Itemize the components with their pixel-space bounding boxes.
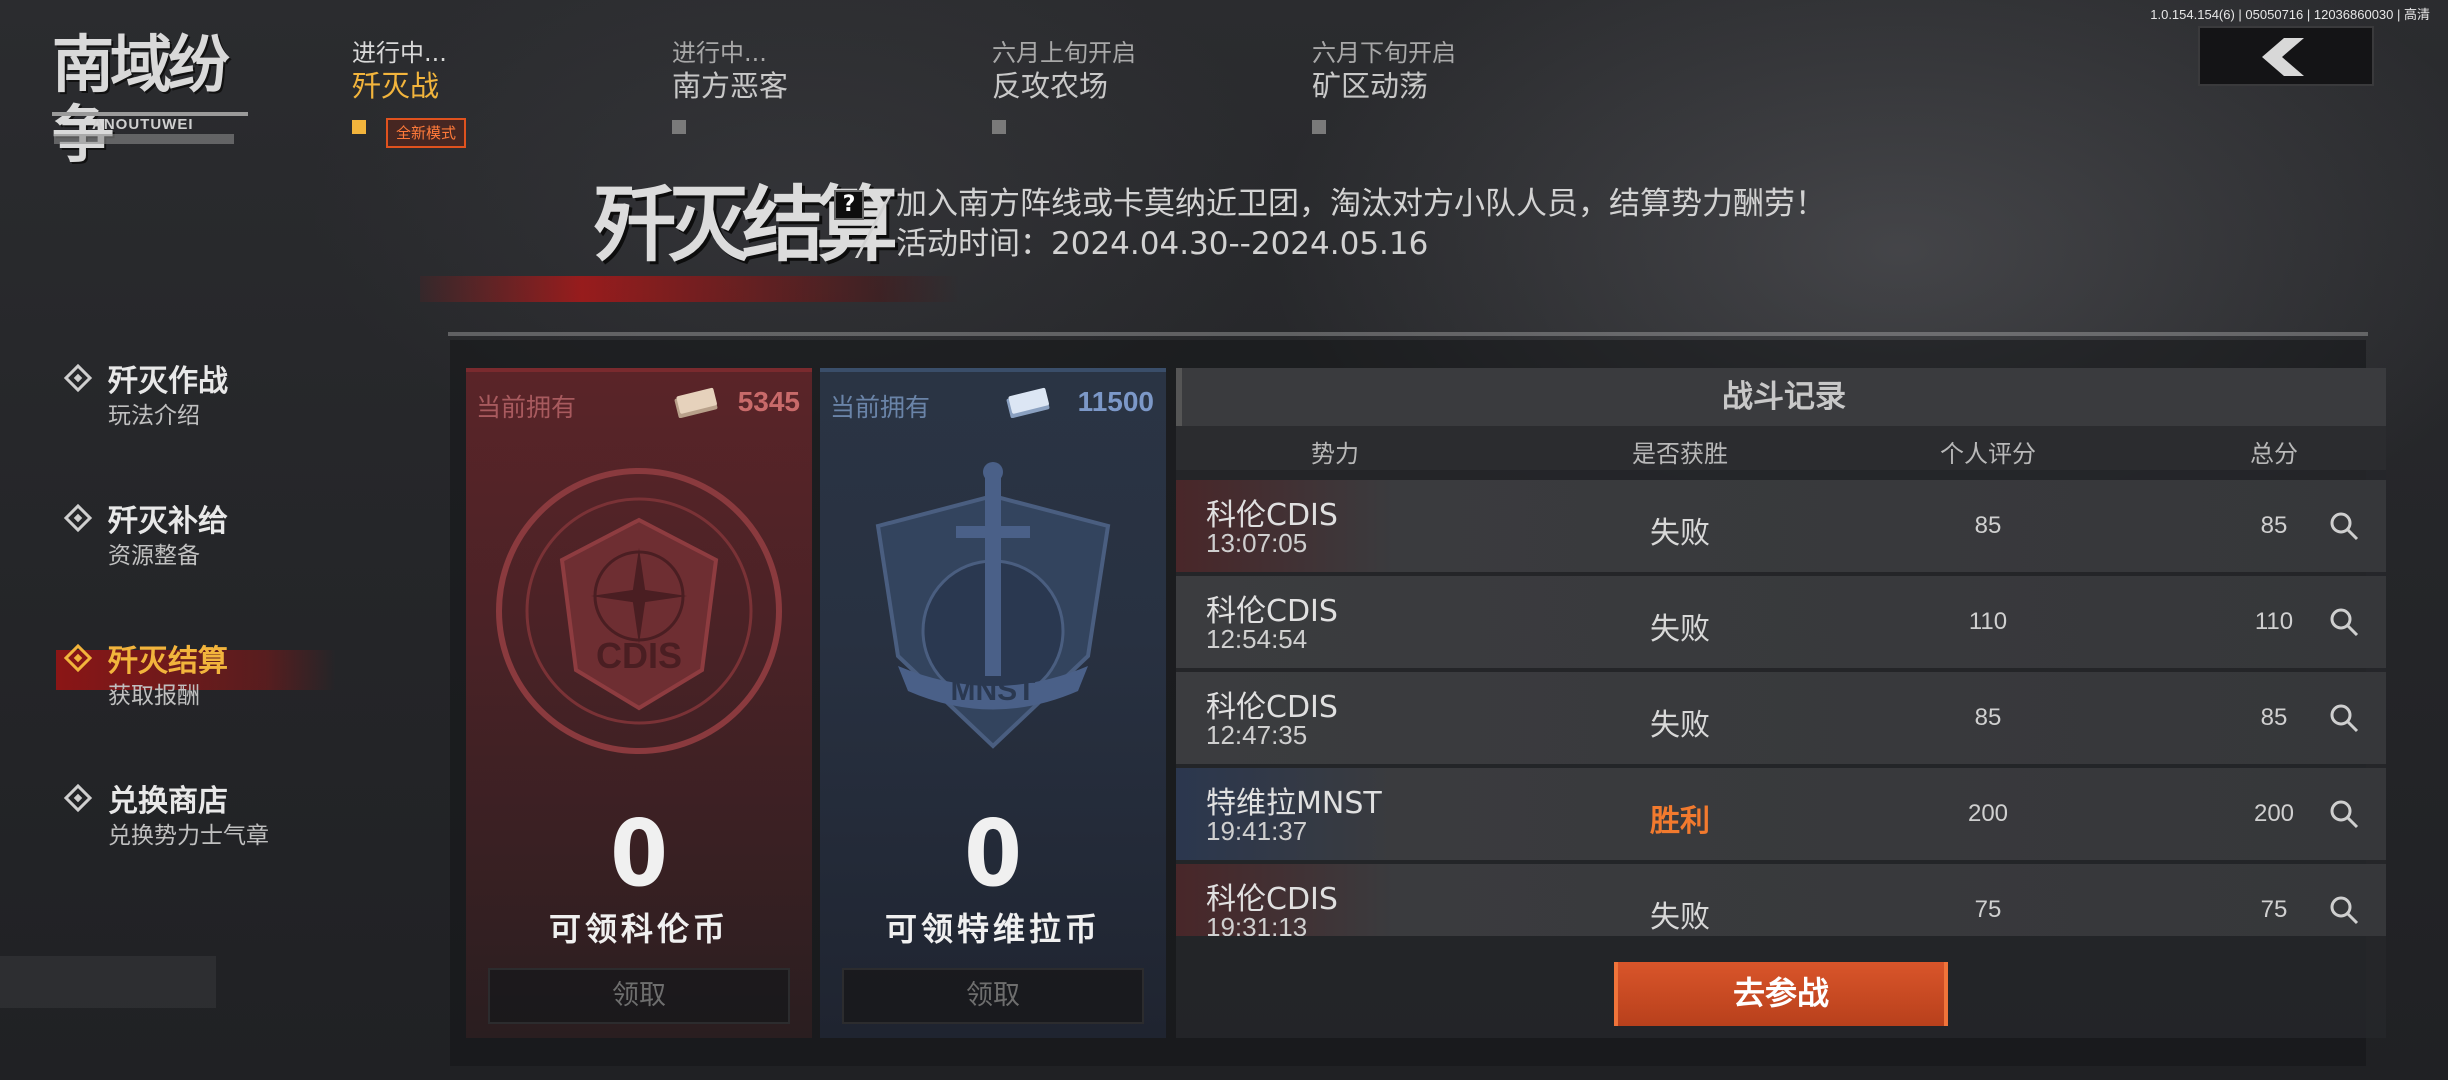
column-personal-score: 个人评分: [1940, 440, 2036, 468]
nav-subtitle: 资源整备: [108, 543, 200, 569]
row-time: 13:07:05: [1206, 528, 1308, 558]
cdis-currency-card: 当前拥有 5345 CDIS 0 可领科伦币 领取: [466, 368, 812, 1038]
join-battle-button[interactable]: 去参战: [1614, 962, 1948, 1026]
row-time: 19:31:13: [1206, 912, 1308, 936]
banknote-icon: [1006, 387, 1050, 418]
table-row[interactable]: 科伦CDIS 13:07:05 失败 85 85: [1176, 480, 2386, 572]
diamond-icon: [63, 503, 93, 533]
emblem-text: CDIS: [596, 635, 682, 676]
nav-item-supply[interactable]: 歼灭补给 资源整备: [62, 496, 362, 576]
nav-title: 歼灭补给: [108, 504, 228, 539]
back-button[interactable]: [2198, 26, 2374, 86]
nav-item-operation[interactable]: 歼灭作战 玩法介绍: [62, 356, 362, 436]
tab-marker: [992, 120, 1006, 134]
tab-name: 反攻农场: [992, 69, 1109, 103]
diamond-icon: [63, 783, 93, 813]
tab-name: 歼灭战: [352, 69, 440, 103]
row-time: 19:41:37: [1206, 816, 1308, 846]
tab-status: 进行中...: [672, 39, 767, 67]
claimable-label: 可领科伦币: [548, 910, 729, 948]
table-row[interactable]: 科伦CDIS 12:54:54 失败 110 110: [1176, 576, 2386, 668]
owned-amount: 11500: [1077, 386, 1154, 417]
owned-label: 当前拥有: [476, 393, 577, 422]
owned-label: 当前拥有: [830, 393, 931, 422]
mnst-emblem-icon: MNST: [875, 462, 1111, 749]
table-row[interactable]: 科伦CDIS 12:47:35 失败 85 85: [1176, 672, 2386, 764]
tab-marker: [1312, 120, 1326, 134]
nav-item-shop[interactable]: 兑换商店 兑换势力士气章: [62, 776, 362, 856]
event-time: 活动时间：2024.04.30--2024.05.16: [896, 226, 1429, 262]
nav-subtitle: 玩法介绍: [108, 403, 200, 429]
new-mode-badge: 全新模式: [386, 118, 467, 148]
tab-mine-unrest[interactable]: 六月下旬开启 矿区动荡: [1312, 38, 1612, 134]
tab-status: 进行中...: [352, 39, 447, 67]
diamond-icon: [63, 643, 93, 673]
logo-bar: [54, 134, 234, 144]
banknote-icon: [674, 387, 718, 418]
mnst-currency-card: 当前拥有 11500 MNST 0 可领特维拉币 领取: [820, 368, 1166, 1038]
owned-amount: 5345: [737, 386, 800, 417]
nav-item-settlement[interactable]: 歼灭结算 获取报酬: [62, 636, 362, 716]
nav-subtitle: 兑换势力士气章: [108, 823, 269, 849]
table-row[interactable]: 科伦CDIS 19:31:13 失败 75 75: [1176, 864, 2386, 936]
nav-title: 歼灭结算: [108, 644, 228, 679]
column-total-score: 总分: [2250, 440, 2298, 468]
record-title: 战斗记录: [1176, 368, 2386, 426]
tab-marker: [352, 120, 366, 134]
battle-record-panel: 战斗记录 势力 是否获胜 个人评分 总分 科伦CDIS 13:07:05 失败 …: [1176, 368, 2386, 1038]
tab-status: 六月下旬开启: [1312, 39, 1456, 67]
tab-marker: [672, 120, 686, 134]
cdis-emblem-icon: CDIS: [496, 468, 782, 754]
search-icon[interactable]: [2328, 702, 2360, 734]
logo-subtitle: ANOUTUWEI: [92, 116, 194, 133]
search-icon[interactable]: [2328, 798, 2360, 830]
search-icon[interactable]: [2328, 510, 2360, 542]
row-personal-score: 200: [1967, 800, 2009, 827]
nav-title: 歼灭作战: [108, 364, 228, 399]
row-personal-score: 110: [1968, 608, 2008, 635]
tab-farm-counterattack[interactable]: 六月上旬开启 反攻农场: [992, 38, 1292, 134]
description-text: 加入南方阵线或卡莫纳近卫团，淘汰对方小队人员，结算势力酬劳！: [896, 186, 1826, 222]
row-result: 失败: [1650, 516, 1710, 551]
header-divider: [448, 332, 2368, 336]
build-info: 1.0.154.154(6) | 05050716 | 12036860030 …: [2150, 7, 2430, 22]
column-win: 是否获胜: [1632, 440, 1728, 468]
tab-southern-raiders[interactable]: 进行中... 南方恶客: [672, 38, 972, 134]
column-faction: 势力: [1311, 440, 1359, 468]
logo-title: 南域纷争: [52, 28, 230, 170]
row-result: 失败: [1650, 900, 1710, 935]
row-time: 12:47:35: [1206, 720, 1308, 750]
diamond-icon: [63, 363, 93, 393]
row-result: 失败: [1650, 708, 1710, 743]
claimable-count: 0: [964, 800, 1022, 907]
table-row[interactable]: 特维拉MNST 19:41:37 胜利 200 200: [1176, 768, 2386, 860]
row-time: 12:54:54: [1206, 624, 1308, 654]
claim-button[interactable]: 领取: [842, 968, 1144, 1024]
row-result: 胜利: [1650, 804, 1710, 839]
row-personal-score: 85: [1974, 512, 2002, 539]
row-personal-score: 75: [1974, 896, 2002, 923]
claim-button[interactable]: 领取: [488, 968, 790, 1024]
tab-name: 南方恶客: [672, 69, 789, 103]
tab-annihilation[interactable]: 进行中... 歼灭战: [352, 38, 652, 134]
help-icon[interactable]: ?: [834, 190, 864, 220]
search-icon[interactable]: [2328, 606, 2360, 638]
tab-status: 六月上旬开启: [992, 39, 1136, 67]
search-icon[interactable]: [2328, 894, 2360, 926]
back-arrow-icon: [2262, 38, 2304, 76]
row-personal-score: 85: [1974, 704, 2002, 731]
claimable-label: 可领特维拉币: [884, 910, 1101, 948]
game-logo: 南域纷争 ANOUTUWEI: [52, 30, 262, 170]
nav-subtitle: 获取报酬: [108, 683, 200, 709]
decorative-streak: [420, 276, 960, 302]
decorative-panel: [0, 956, 216, 1008]
nav-title: 兑换商店: [108, 784, 228, 819]
emblem-text: MNST: [951, 674, 1036, 707]
event-description: 加入南方阵线或卡莫纳近卫团，淘汰对方小队人员，结算势力酬劳！ 活动时间：2024…: [896, 184, 1826, 264]
claimable-count: 0: [610, 800, 668, 907]
row-result: 失败: [1650, 612, 1710, 647]
record-header: 势力 是否获胜 个人评分 总分: [1176, 426, 2386, 470]
tab-name: 矿区动荡: [1312, 69, 1429, 103]
